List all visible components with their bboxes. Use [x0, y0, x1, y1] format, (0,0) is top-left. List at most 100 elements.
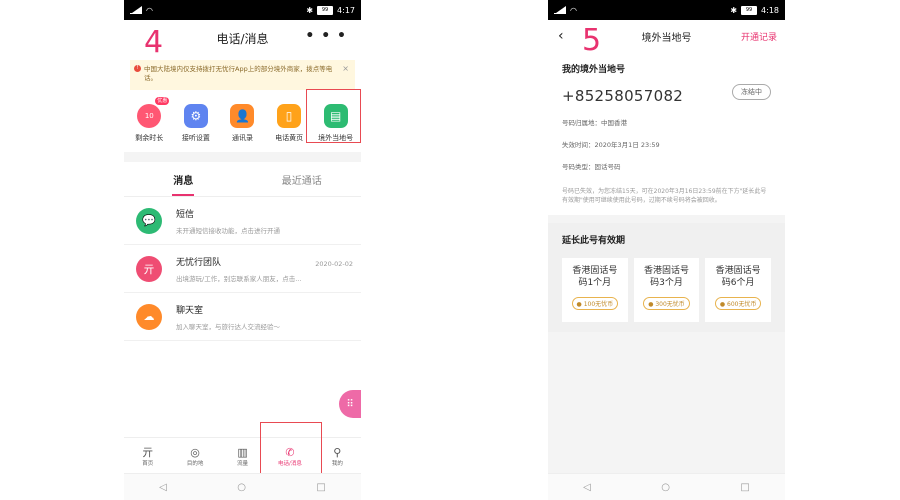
item-subtitle: 出境游玩/工作，别忘联系家人朋友，点击... — [176, 274, 302, 283]
close-icon[interactable]: × — [342, 64, 349, 73]
extend-section: 延长此号有效期 香港固话号码1个月 ● 100无忧币 香港固话号码3个月 ● 3… — [548, 223, 785, 332]
home-icon: 亓 — [142, 445, 154, 459]
option-list: 香港固话号码1个月 ● 100无忧币 香港固话号码3个月 ● 300无忧币 香港… — [562, 258, 772, 322]
contacts-icon: 👤 — [230, 104, 255, 128]
top-navbar: ‹ 5 境外当地号 开通记录 — [548, 20, 785, 56]
back-chevron-icon[interactable]: ‹ — [558, 28, 564, 44]
phone-screen-left: ◠ ✱ 99 4:17 4 电话/消息 • • • ! 中国大陆境内仅支持拨打无忧行… — [124, 0, 361, 500]
tool-remaining-time[interactable]: 优惠 10 剩余时长 — [127, 97, 171, 152]
signal-icon — [554, 6, 566, 14]
option-name: 香港固话号码1个月 — [572, 266, 618, 288]
list-item[interactable]: ☁ 聊天室 加入聊天室，与旅行达人交流经验～ — [124, 293, 361, 341]
back-icon[interactable]: ◁ — [583, 482, 591, 493]
tool-label: 通讯录 — [231, 134, 253, 142]
tool-label: 接听设置 — [181, 134, 210, 142]
status-time: 4:17 — [337, 5, 355, 15]
nav-label: 我的 — [331, 460, 343, 467]
info-location: 号码归属地：中国香港 — [562, 119, 627, 127]
nav-destination[interactable]: ◎ 目的地 — [171, 438, 218, 474]
item-subtitle: 加入聊天室，与旅行达人交流经验～ — [176, 322, 280, 331]
chatroom-icon: ☁ — [136, 303, 162, 330]
step-number: 4 — [144, 25, 164, 60]
status-bar: ◠ ✱ 99 4:17 — [124, 0, 361, 20]
item-subtitle: 未开通短信接收功能，点击进行开通 — [176, 226, 280, 235]
wifi-icon: ◠ — [146, 5, 153, 15]
option-card[interactable]: 香港固话号码1个月 ● 100无忧币 — [562, 258, 628, 322]
bluetooth-icon: ✱ — [730, 5, 738, 15]
promo-badge: 优惠 — [155, 97, 170, 105]
wifi-icon: ◠ — [570, 5, 577, 15]
info-expiry: 失效时间：2020年3月1日 23:59 — [562, 141, 660, 149]
highlight-box — [306, 89, 361, 143]
option-name: 香港固话号码3个月 — [643, 266, 689, 288]
item-title: 无忧行团队 — [176, 257, 222, 268]
notice-banner: ! 中国大陆境内仅支持拨打无忧行App上的部分境外商家，拨点等电话。 × — [130, 60, 355, 90]
system-nav-bar: ◁ ○ □ — [124, 473, 361, 500]
option-price: ● 300无忧币 — [643, 297, 690, 310]
notice-text: 号码已失效，为您冻结15天，可在2020年3月16日23:59前在下方"延长此号… — [548, 179, 785, 215]
nav-label: 流量 — [237, 460, 249, 467]
coin-icon: ● — [719, 301, 726, 308]
divider — [124, 152, 361, 162]
signal-icon — [130, 6, 142, 14]
home-circle-icon[interactable]: ○ — [661, 482, 670, 493]
item-date: 2020-02-02 — [315, 260, 353, 268]
team-icon: 亓 — [136, 255, 162, 282]
tab-messages[interactable]: 消息 — [124, 162, 243, 196]
dialpad-icon: ⠿ — [346, 398, 354, 410]
sms-icon: 💬 — [136, 207, 162, 234]
battery-icon: 99 — [741, 5, 758, 15]
card-title: 我的境外当地号 — [562, 65, 626, 75]
list-item[interactable]: 亓 无忧行团队 出境游玩/工作，别忘联系家人朋友，点击... 2020-02-0… — [124, 245, 361, 293]
tool-row: 优惠 10 剩余时长 ⚙ 接听设置 👤 通讯录 ▯ 电话黄页 ▤ 境外当地号 — [124, 89, 361, 152]
settings-icon: ⚙ — [183, 104, 208, 128]
bottom-nav: 亓首页 ◎ 目的地 ▥ 流量 ✆ 电话/消息 ⚲ 我的 — [124, 437, 361, 474]
status-bar: ◠ ✱ 99 4:18 — [548, 0, 785, 20]
item-title: 聊天室 — [176, 305, 204, 316]
home-circle-icon[interactable]: ○ — [237, 482, 246, 493]
nav-home[interactable]: 亓首页 — [124, 438, 171, 474]
tool-yellow-pages[interactable]: ▯ 电话黄页 — [267, 100, 311, 152]
list-item[interactable]: 💬 短信 未开通短信接收功能，点击进行开通 — [124, 197, 361, 245]
battery-icon: 99 — [317, 5, 334, 15]
system-nav-bar: ◁ ○ □ — [548, 473, 785, 500]
phone-screen-right: ◠ ✱ 99 4:18 ‹ 5 境外当地号 开通记录 我的境外当地号 +852580… — [548, 0, 785, 500]
info-type: 号码类型：固话号码 — [562, 163, 621, 171]
tool-answer-settings[interactable]: ⚙ 接听设置 — [174, 100, 218, 152]
price-label: 600无忧币 — [727, 301, 757, 308]
activation-records-link[interactable]: 开通记录 — [741, 30, 777, 43]
item-title: 短信 — [176, 209, 195, 220]
location-icon: ◎ — [190, 445, 200, 459]
option-card[interactable]: 香港固话号码3个月 ● 300无忧币 — [633, 258, 700, 322]
tool-contacts[interactable]: 👤 通讯录 — [220, 100, 264, 152]
status-badge: 冻结中 — [732, 84, 771, 100]
tool-label: 电话黄页 — [275, 134, 304, 142]
profile-icon: ⚲ — [333, 445, 342, 459]
price-label: 100无忧币 — [583, 301, 614, 308]
top-navbar: 4 电话/消息 • • • — [124, 20, 361, 60]
yellowpage-icon: ▯ — [277, 104, 302, 128]
option-price: ● 600无忧币 — [714, 297, 762, 310]
status-time: 4:18 — [761, 5, 779, 15]
nav-label: 首页 — [142, 460, 154, 467]
section-title: 延长此号有效期 — [562, 236, 626, 246]
back-icon[interactable]: ◁ — [159, 482, 167, 493]
price-label: 300无忧币 — [655, 301, 685, 308]
option-card[interactable]: 香港固话号码6个月 ● 600无忧币 — [705, 258, 772, 322]
notice-text: 中国大陆境内仅支持拨打无忧行App上的部分境外商家，拨点等电话。 — [144, 65, 333, 82]
number-card: 我的境外当地号 +85258057082 号码归属地：中国香港 失效时间：202… — [548, 52, 785, 179]
step-number: 5 — [582, 23, 602, 58]
data-icon: ▥ — [237, 445, 248, 459]
dialpad-button[interactable]: ⠿ — [339, 390, 361, 418]
recents-icon[interactable]: □ — [740, 482, 749, 493]
page-title: 电话/消息 — [216, 31, 269, 46]
coin-icon: ● — [576, 301, 582, 308]
recents-icon[interactable]: □ — [316, 482, 325, 493]
coin-icon: ● — [648, 301, 654, 308]
alert-icon: ! — [134, 65, 141, 72]
more-menu-icon[interactable]: • • • — [305, 28, 347, 44]
tab-recent-calls[interactable]: 最近通话 — [243, 162, 362, 196]
tab-bar: 消息 最近通话 — [124, 162, 361, 197]
page-title: 境外当地号 — [641, 32, 692, 44]
tool-label: 剩余时长 — [135, 134, 164, 142]
